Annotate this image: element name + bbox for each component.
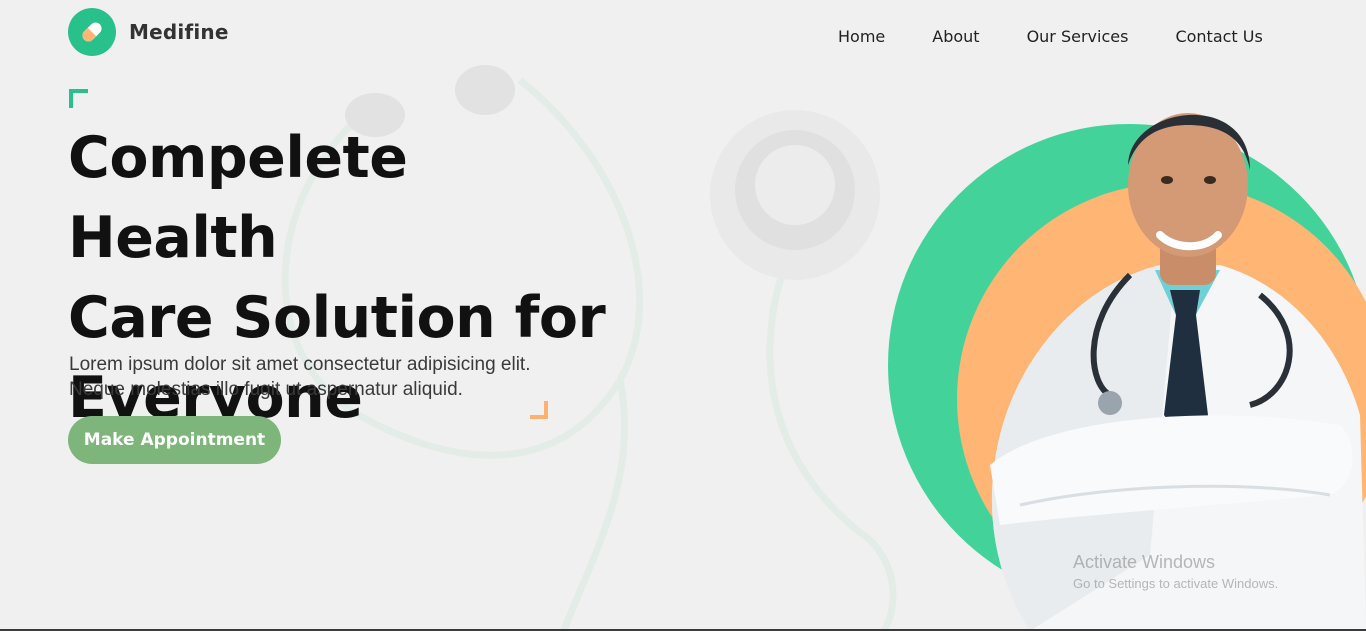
brand-logo[interactable]: Medifine [68,8,229,56]
watermark-title: Activate Windows [1073,552,1216,572]
hero-description: Lorem ipsum dolor sit amet consectetur a… [69,352,589,402]
hero-description-line: Neque molestias illo fugit ut aspernatur… [69,379,463,400]
hero-title-line: Care Solution for [68,285,606,351]
hero-description-line: Lorem ipsum dolor sit amet consectetur a… [69,354,531,375]
corner-accent-bottom-right [530,401,548,419]
hero-title-line: Compelete Health [68,125,408,271]
main-nav: Home About Our Services Contact Us [838,27,1263,46]
nav-services-link[interactable]: Our Services [1027,27,1129,46]
watermark-subtitle: Go to Settings to activate Windows. [1073,576,1279,591]
make-appointment-button[interactable]: Make Appointment [68,416,281,464]
brand-name: Medifine [129,20,229,44]
nav-home-link[interactable]: Home [838,27,885,46]
landing-page: Medifine Home About Our Services Contact… [0,0,1366,631]
nav-about-link[interactable]: About [932,27,979,46]
pill-icon [68,8,116,56]
nav-contact-link[interactable]: Contact Us [1175,27,1262,46]
activate-windows-watermark: Activate Windows Go to Settings to activ… [1073,552,1278,591]
corner-accent-top-left [69,89,88,108]
doctor-image [990,113,1366,631]
